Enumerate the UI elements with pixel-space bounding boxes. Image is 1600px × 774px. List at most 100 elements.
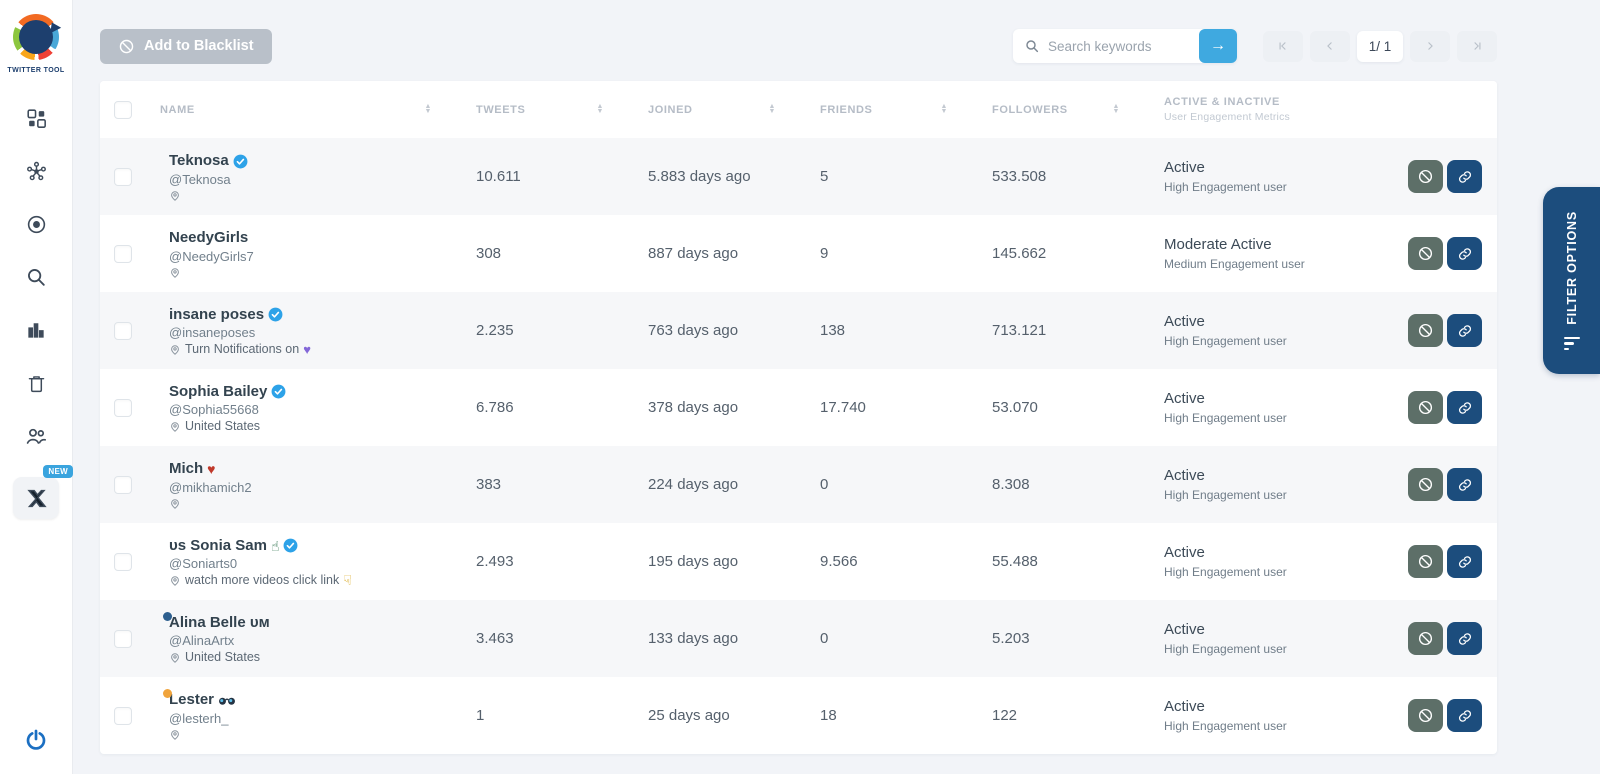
joined-cell: 5.883 days ago: [648, 168, 751, 185]
user-location: [169, 728, 236, 741]
location-pin-icon: [169, 343, 181, 356]
profile-link-button[interactable]: [1447, 545, 1482, 578]
users-table: NAME ▲ ▼ TWEETS ▲ ▼ JOINED ▲ ▼ FRIENDS ▲ ▼ FOLLO…: [100, 81, 1497, 754]
engagement-cell: Active High Engagement user: [1164, 313, 1398, 348]
engagement-cell: Moderate Active Medium Engagement user: [1164, 236, 1398, 271]
blacklist-user-button[interactable]: [1408, 391, 1443, 424]
x-twitter-icon[interactable]: NEW: [13, 465, 73, 519]
user-handle[interactable]: @lesterh_: [169, 711, 236, 726]
location-pin-icon: [169, 728, 181, 741]
verified-badge-icon: [233, 154, 248, 169]
blacklist-user-button[interactable]: [1408, 622, 1443, 655]
bar-chart-icon[interactable]: [24, 318, 48, 342]
table-row: ᴜs Sonia Sam ☝ @Soniarts0 watch more vide…: [100, 523, 1497, 600]
profile-link-button[interactable]: [1447, 237, 1482, 270]
followers-cell: 122: [992, 707, 1018, 724]
location-pin-icon: [169, 189, 181, 202]
engagement-label: High Engagement user: [1164, 642, 1287, 656]
friends-cell: 0: [820, 630, 829, 647]
user-handle[interactable]: @insaneposes: [169, 325, 311, 340]
location-pin-icon: [169, 574, 181, 587]
blacklist-user-button[interactable]: [1408, 699, 1443, 732]
verified-badge-icon: [283, 538, 298, 553]
user-location: [169, 266, 254, 279]
blacklist-user-button[interactable]: [1408, 237, 1443, 270]
user-handle[interactable]: @NeedyGirls7: [169, 249, 254, 264]
row-checkbox[interactable]: [114, 475, 132, 494]
friends-cell: 5: [820, 168, 829, 185]
tweets-cell: 383: [476, 476, 502, 493]
blacklist-user-button[interactable]: [1408, 160, 1443, 193]
table-row: insane poses @insaneposes Turn Notificat…: [100, 292, 1497, 369]
prev-page-button[interactable]: [1310, 30, 1350, 62]
location-pin-icon: [169, 266, 181, 279]
add-to-blacklist-button[interactable]: Add to Blacklist: [100, 28, 272, 64]
table-row: Sophia Bailey @Sophia55668 United States…: [100, 369, 1497, 446]
power-icon[interactable]: [24, 728, 48, 752]
user-handle[interactable]: @Sophia55668: [169, 402, 286, 417]
engagement-cell: Active High Engagement user: [1164, 467, 1398, 502]
trash-icon[interactable]: [24, 371, 48, 395]
user-handle[interactable]: @AlinaArtx: [169, 633, 270, 648]
user-name[interactable]: Mich ♥: [169, 460, 252, 477]
search-submit-button[interactable]: →: [1199, 29, 1237, 63]
header-active-inactive: ACTIVE & INACTIVE User Engagement Metric…: [1164, 96, 1398, 123]
next-page-button[interactable]: [1410, 30, 1450, 62]
row-checkbox[interactable]: [114, 552, 132, 571]
table-row: Teknosa @Teknosa 10.611 5.883 days ago 5…: [100, 138, 1497, 215]
dashboard-grid-icon[interactable]: [24, 106, 48, 130]
sort-icon: ▲ ▼: [596, 103, 604, 115]
activity-status: Active: [1164, 698, 1205, 715]
row-checkbox[interactable]: [114, 244, 132, 263]
table-header-row: NAME ▲ ▼ TWEETS ▲ ▼ JOINED ▲ ▼ FRIENDS ▲ ▼ FOLLO…: [100, 81, 1497, 138]
blacklist-user-button[interactable]: [1408, 314, 1443, 347]
user-name[interactable]: ᴜs Sonia Sam ☝: [169, 537, 352, 554]
search-box: →: [1013, 29, 1237, 63]
row-checkbox[interactable]: [114, 398, 132, 417]
app-logo[interactable]: TWITTER TOOL: [7, 14, 64, 74]
followers-cell: 713.121: [992, 322, 1047, 339]
row-checkbox[interactable]: [114, 706, 132, 725]
blacklist-user-button[interactable]: [1408, 545, 1443, 578]
users-icon[interactable]: [24, 424, 48, 448]
row-checkbox[interactable]: [114, 167, 132, 186]
profile-link-button[interactable]: [1447, 160, 1482, 193]
select-all-checkbox[interactable]: [114, 100, 132, 119]
engagement-label: High Engagement user: [1164, 488, 1287, 502]
user-name[interactable]: Sophia Bailey: [169, 383, 286, 400]
user-name[interactable]: Lester: [169, 691, 236, 708]
search-icon[interactable]: [24, 265, 48, 289]
row-checkbox[interactable]: [114, 629, 132, 648]
filter-options-tab[interactable]: FILTER OPTIONS: [1543, 187, 1600, 374]
header-joined[interactable]: JOINED ▲ ▼: [648, 103, 820, 115]
activity-status: Active: [1164, 467, 1205, 484]
blacklist-user-button[interactable]: [1408, 468, 1443, 501]
profile-link-button[interactable]: [1447, 391, 1482, 424]
header-followers[interactable]: FOLLOWERS ▲ ▼: [992, 103, 1164, 115]
first-page-button[interactable]: [1263, 30, 1303, 62]
followers-cell: 145.662: [992, 245, 1047, 262]
user-handle[interactable]: @Soniarts0: [169, 556, 352, 571]
profile-link-button[interactable]: [1447, 314, 1482, 347]
profile-link-button[interactable]: [1447, 622, 1482, 655]
target-icon[interactable]: [24, 212, 48, 236]
last-page-button[interactable]: [1457, 30, 1497, 62]
friends-cell: 17.740: [820, 399, 866, 416]
user-name[interactable]: Alina Belle ᴜᴍ: [169, 614, 270, 631]
profile-link-button[interactable]: [1447, 699, 1482, 732]
row-checkbox[interactable]: [114, 321, 132, 340]
profile-link-button[interactable]: [1447, 468, 1482, 501]
user-handle[interactable]: @mikhamich2: [169, 480, 252, 495]
tweets-cell: 308: [476, 245, 502, 262]
user-name[interactable]: NeedyGirls: [169, 229, 254, 246]
network-hub-icon[interactable]: [24, 159, 48, 183]
engagement-cell: Active High Engagement user: [1164, 544, 1398, 579]
header-name[interactable]: NAME ▲ ▼: [160, 103, 476, 115]
user-handle[interactable]: @Teknosa: [169, 172, 248, 187]
followers-cell: 533.508: [992, 168, 1047, 185]
header-tweets[interactable]: TWEETS ▲ ▼: [476, 103, 648, 115]
user-name[interactable]: Teknosa: [169, 152, 248, 169]
user-name[interactable]: insane poses: [169, 306, 311, 323]
search-input[interactable]: [1048, 38, 1199, 54]
header-friends[interactable]: FRIENDS ▲ ▼: [820, 103, 992, 115]
